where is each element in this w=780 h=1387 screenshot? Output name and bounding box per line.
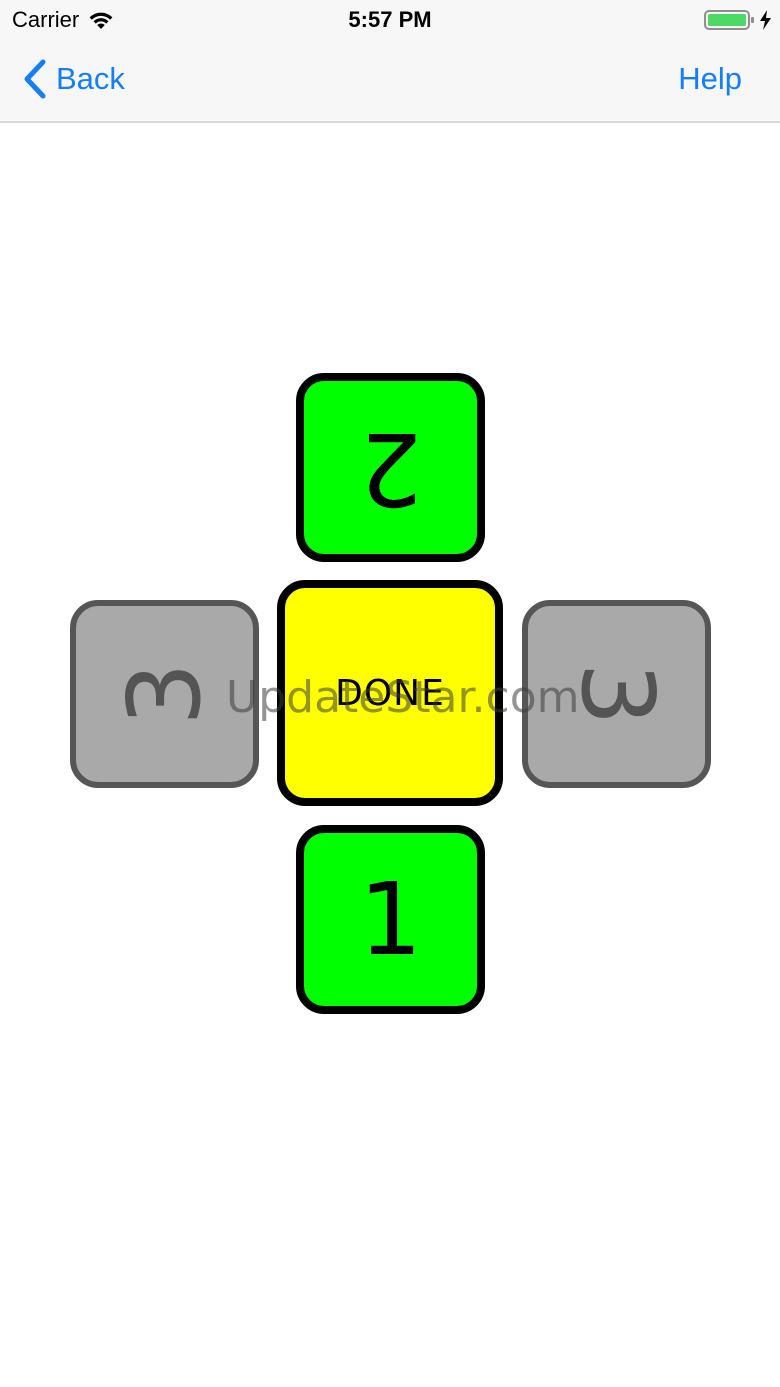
tile-top[interactable]: 2 — [296, 373, 485, 562]
tile-top-label: 2 — [358, 409, 423, 527]
tile-left-label: 3 — [105, 662, 223, 726]
tile-right[interactable]: 3 — [522, 600, 711, 788]
tile-center-done[interactable]: DONE — [277, 580, 503, 806]
chevron-left-icon — [24, 59, 46, 99]
back-button[interactable]: Back — [22, 58, 125, 100]
status-bar: Carrier 5:57 PM — [0, 0, 780, 40]
tile-right-label: 3 — [558, 662, 676, 726]
battery-charging-icon — [704, 10, 771, 30]
tile-left[interactable]: 3 — [70, 600, 259, 788]
back-label: Back — [56, 61, 125, 96]
tile-bottom[interactable]: 1 — [296, 825, 485, 1014]
screen: Carrier 5:57 PM Back Help 2 3 DONE 3 1 U… — [0, 0, 780, 1387]
done-label: DONE — [335, 672, 445, 714]
help-button[interactable]: Help — [678, 58, 742, 100]
navigation-bar: Back Help — [0, 40, 780, 123]
tile-bottom-label: 1 — [358, 860, 423, 978]
status-time: 5:57 PM — [348, 7, 432, 32]
